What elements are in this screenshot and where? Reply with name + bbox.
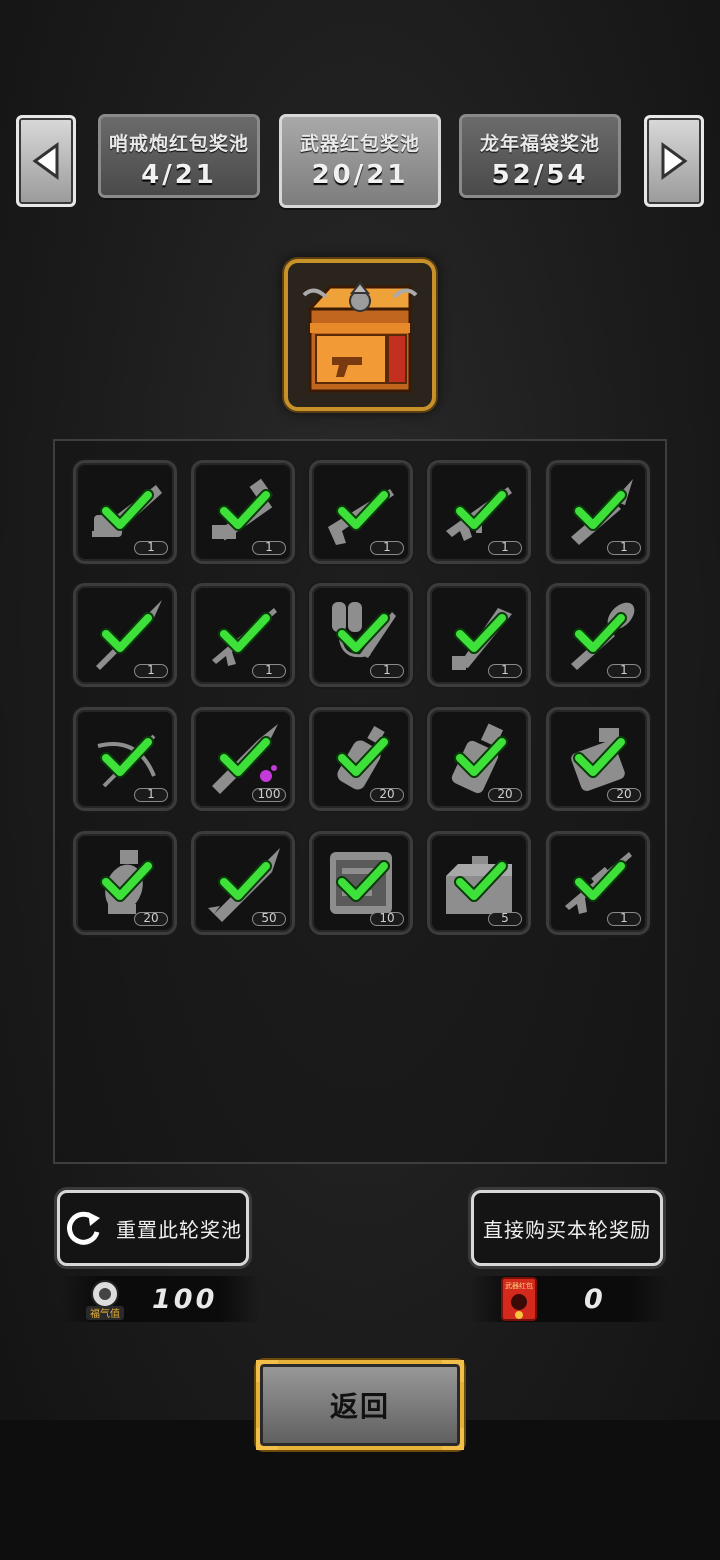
return-button[interactable]: 返回 bbox=[256, 1360, 464, 1450]
collected-check-icon bbox=[100, 736, 154, 778]
collected-check-icon bbox=[218, 612, 272, 654]
weapon-chest-reward[interactable] bbox=[284, 259, 436, 411]
reward-slot[interactable]: 100 bbox=[191, 707, 295, 811]
collected-check-icon bbox=[454, 612, 508, 654]
collected-check-icon bbox=[454, 860, 508, 902]
reward-quantity: 10 bbox=[370, 912, 404, 926]
reward-quantity: 20 bbox=[370, 788, 404, 802]
collected-check-icon bbox=[573, 860, 627, 902]
reset-pool-button[interactable]: 重置此轮奖池 bbox=[57, 1190, 249, 1266]
reward-quantity: 50 bbox=[252, 912, 286, 926]
reward-slot[interactable]: 1 bbox=[546, 831, 650, 935]
collected-check-icon bbox=[218, 736, 272, 778]
reward-quantity: 5 bbox=[488, 912, 522, 926]
collected-check-icon bbox=[100, 860, 154, 902]
tab-weapon-pool[interactable]: 武器红包奖池 20/21 bbox=[279, 114, 441, 208]
luck-points-icon: 福气值 bbox=[86, 1280, 124, 1320]
collected-check-icon bbox=[573, 736, 627, 778]
weapon-redpacket-display: 武器红包 0 bbox=[470, 1276, 670, 1322]
reward-slot[interactable]: 1 bbox=[73, 707, 177, 811]
reward-slot[interactable]: 1 bbox=[191, 583, 295, 687]
reward-quantity: 1 bbox=[252, 541, 286, 555]
reward-slot[interactable]: 20 bbox=[546, 707, 650, 811]
tab-title: 武器红包奖池 bbox=[299, 133, 420, 155]
red-packet-icon-text: 武器红包 bbox=[505, 1281, 533, 1290]
reward-slot[interactable]: 20 bbox=[73, 831, 177, 935]
reset-pool-label: 重置此轮奖池 bbox=[116, 1217, 242, 1242]
collected-check-icon bbox=[218, 860, 272, 902]
luck-points-value: 100 bbox=[152, 1283, 218, 1315]
treasure-chest-icon bbox=[302, 281, 418, 393]
reward-quantity: 1 bbox=[607, 541, 641, 555]
refresh-icon bbox=[67, 1211, 100, 1245]
tab-progress: 20/21 bbox=[311, 160, 409, 190]
reward-slot[interactable]: 5 bbox=[427, 831, 531, 935]
reward-quantity: 1 bbox=[370, 541, 404, 555]
tab-title: 哨戒炮红包奖池 bbox=[108, 133, 249, 155]
collected-check-icon bbox=[336, 612, 390, 654]
frame-corner bbox=[442, 1428, 464, 1450]
reward-quantity: 20 bbox=[488, 788, 522, 802]
reward-slot[interactable]: 20 bbox=[309, 707, 413, 811]
reward-quantity: 1 bbox=[370, 664, 404, 678]
collected-check-icon bbox=[336, 489, 390, 531]
collected-check-icon bbox=[100, 489, 154, 531]
prev-pool-button[interactable] bbox=[16, 115, 76, 207]
collected-check-icon bbox=[100, 612, 154, 654]
reward-grid-panel: 1 1 1 1 1 1 1 1 1 1 1 100 20 20 20 20 50 10 5 1 bbox=[53, 439, 667, 1164]
tab-title: 龙年福袋奖池 bbox=[479, 133, 600, 155]
reward-quantity: 1 bbox=[134, 541, 168, 555]
reward-quantity: 1 bbox=[134, 664, 168, 678]
reward-slot[interactable]: 1 bbox=[546, 460, 650, 564]
reward-slot[interactable]: 20 bbox=[427, 707, 531, 811]
reward-quantity: 1 bbox=[252, 664, 286, 678]
collected-check-icon bbox=[454, 489, 508, 531]
reward-quantity: 20 bbox=[134, 912, 168, 926]
reward-slot[interactable]: 1 bbox=[191, 460, 295, 564]
reward-quantity: 1 bbox=[488, 664, 522, 678]
collected-check-icon bbox=[454, 736, 508, 778]
reward-quantity: 100 bbox=[252, 788, 286, 802]
buy-round-rewards-label: 直接购买本轮奖励 bbox=[483, 1217, 651, 1242]
reward-slot[interactable]: 1 bbox=[427, 583, 531, 687]
reward-quantity: 1 bbox=[607, 912, 641, 926]
tab-dragon-year-pool[interactable]: 龙年福袋奖池 52/54 bbox=[459, 114, 621, 198]
weapon-redpacket-value: 0 bbox=[584, 1283, 606, 1315]
reward-slot[interactable]: 1 bbox=[309, 460, 413, 564]
reward-slot[interactable]: 50 bbox=[191, 831, 295, 935]
tab-sentry-gun-pool[interactable]: 哨戒炮红包奖池 4/21 bbox=[98, 114, 260, 198]
red-packet-icon: 武器红包 bbox=[501, 1277, 537, 1321]
reward-slot[interactable]: 1 bbox=[427, 460, 531, 564]
luck-points-icon-text: 福气值 bbox=[90, 1307, 120, 1320]
collected-check-icon bbox=[336, 860, 390, 902]
collected-check-icon bbox=[336, 736, 390, 778]
arrow-left-icon bbox=[32, 142, 59, 180]
collected-check-icon bbox=[573, 612, 627, 654]
reward-slot[interactable]: 1 bbox=[73, 583, 177, 687]
tab-progress: 52/54 bbox=[491, 160, 589, 190]
reward-quantity: 1 bbox=[134, 788, 168, 802]
luck-points-display: 福气值 100 bbox=[60, 1276, 260, 1322]
reward-quantity: 20 bbox=[607, 788, 641, 802]
buy-round-rewards-button[interactable]: 直接购买本轮奖励 bbox=[471, 1190, 663, 1266]
frame-corner bbox=[256, 1360, 278, 1382]
reward-slot[interactable]: 10 bbox=[309, 831, 413, 935]
tab-progress: 4/21 bbox=[141, 160, 217, 190]
collected-check-icon bbox=[573, 489, 627, 531]
arrow-right-icon bbox=[661, 142, 688, 180]
frame-corner bbox=[256, 1428, 278, 1450]
next-pool-button[interactable] bbox=[644, 115, 704, 207]
frame-corner bbox=[442, 1360, 464, 1382]
reward-quantity: 1 bbox=[607, 664, 641, 678]
reward-slot[interactable]: 1 bbox=[546, 583, 650, 687]
reward-slot[interactable]: 1 bbox=[309, 583, 413, 687]
collected-check-icon bbox=[218, 489, 272, 531]
return-label: 返回 bbox=[329, 1390, 390, 1423]
reward-quantity: 1 bbox=[488, 541, 522, 555]
reward-slot[interactable]: 1 bbox=[73, 460, 177, 564]
